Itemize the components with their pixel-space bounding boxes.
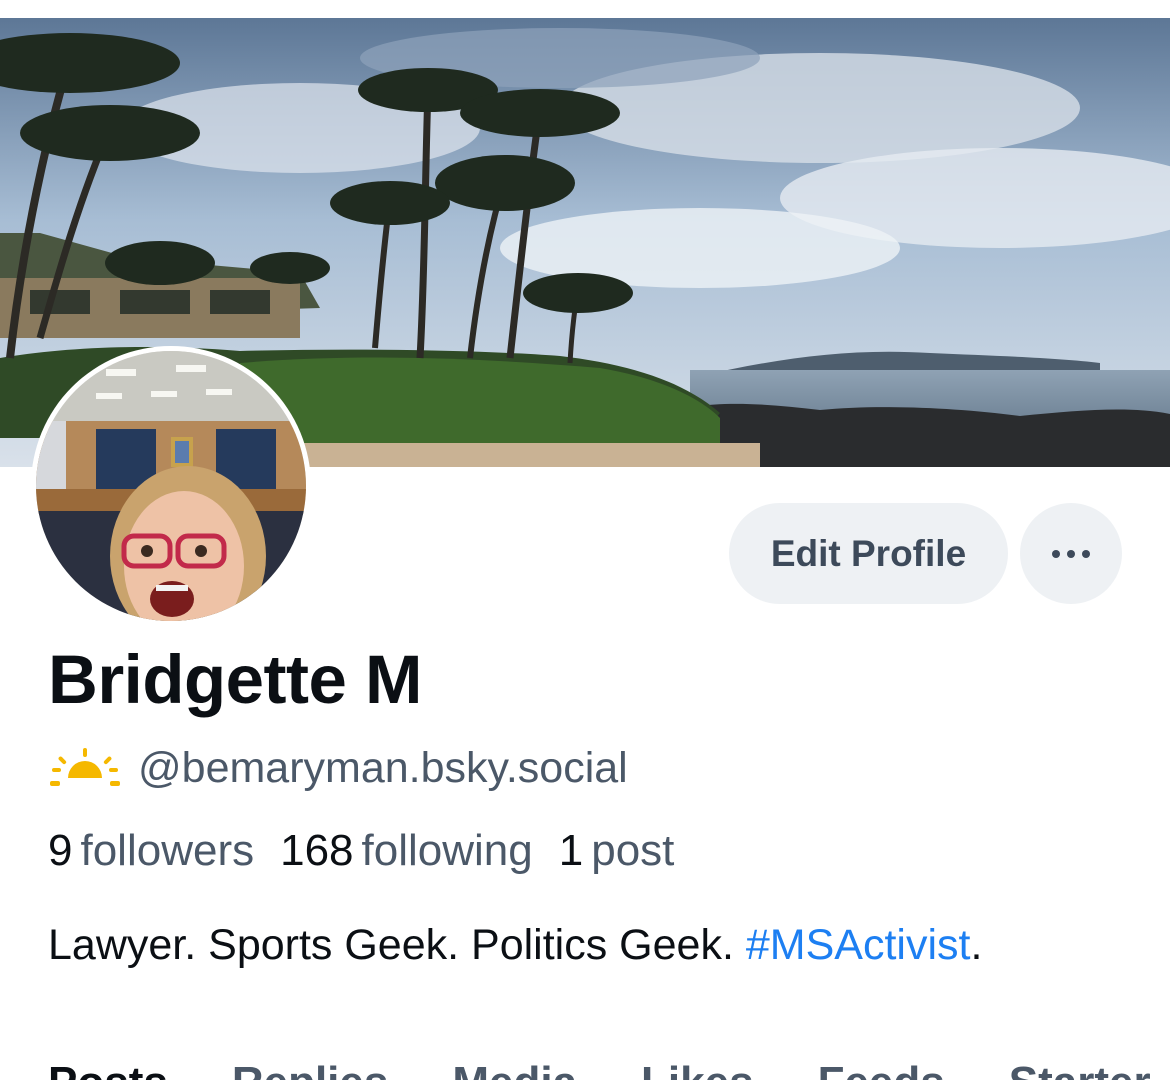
bio-text: Lawyer. Sports Geek. Politics Geek. bbox=[48, 921, 746, 969]
following-count[interactable]: 168 bbox=[280, 826, 353, 876]
tab-starter[interactable]: Starter bbox=[1009, 1058, 1151, 1080]
followers-label[interactable]: followers bbox=[80, 826, 254, 876]
tab-replies[interactable]: Replies bbox=[232, 1058, 389, 1080]
profile-handle[interactable]: @bemaryman.bsky.social bbox=[138, 744, 628, 793]
followers-count[interactable]: 9 bbox=[48, 826, 72, 876]
profile-stats: 9 followers 168 following 1 post bbox=[48, 826, 700, 876]
tab-media[interactable]: Media bbox=[452, 1058, 577, 1080]
bio-end: . bbox=[970, 921, 983, 969]
top-strip bbox=[0, 0, 1170, 18]
profile-tabs: Posts Replies Media Likes Feeds Starter bbox=[48, 1058, 1170, 1080]
following-label[interactable]: following bbox=[362, 826, 533, 876]
posts-label: post bbox=[591, 826, 675, 875]
profile-bio: Lawyer. Sports Geek. Politics Geek. #MSA… bbox=[48, 921, 982, 970]
avatar-photo bbox=[36, 351, 306, 621]
sun-behind-horizon-icon bbox=[50, 748, 120, 788]
posts-count: 1 bbox=[558, 826, 584, 875]
tab-likes[interactable]: Likes bbox=[641, 1058, 754, 1080]
ellipsis-icon-dot bbox=[1067, 549, 1075, 558]
ellipsis-icon-dot bbox=[1082, 549, 1090, 558]
tab-feeds[interactable]: Feeds bbox=[818, 1058, 945, 1080]
ellipsis-icon bbox=[1052, 549, 1060, 558]
display-name: Bridgette M bbox=[48, 641, 423, 718]
edit-profile-button[interactable]: Edit Profile bbox=[729, 503, 1008, 604]
avatar[interactable] bbox=[31, 346, 311, 626]
bio-hashtag-link[interactable]: #MSActivist bbox=[746, 921, 971, 969]
handle-row: @bemaryman.bsky.social bbox=[50, 740, 628, 796]
tab-posts[interactable]: Posts bbox=[48, 1058, 168, 1080]
more-options-button[interactable] bbox=[1020, 503, 1122, 604]
